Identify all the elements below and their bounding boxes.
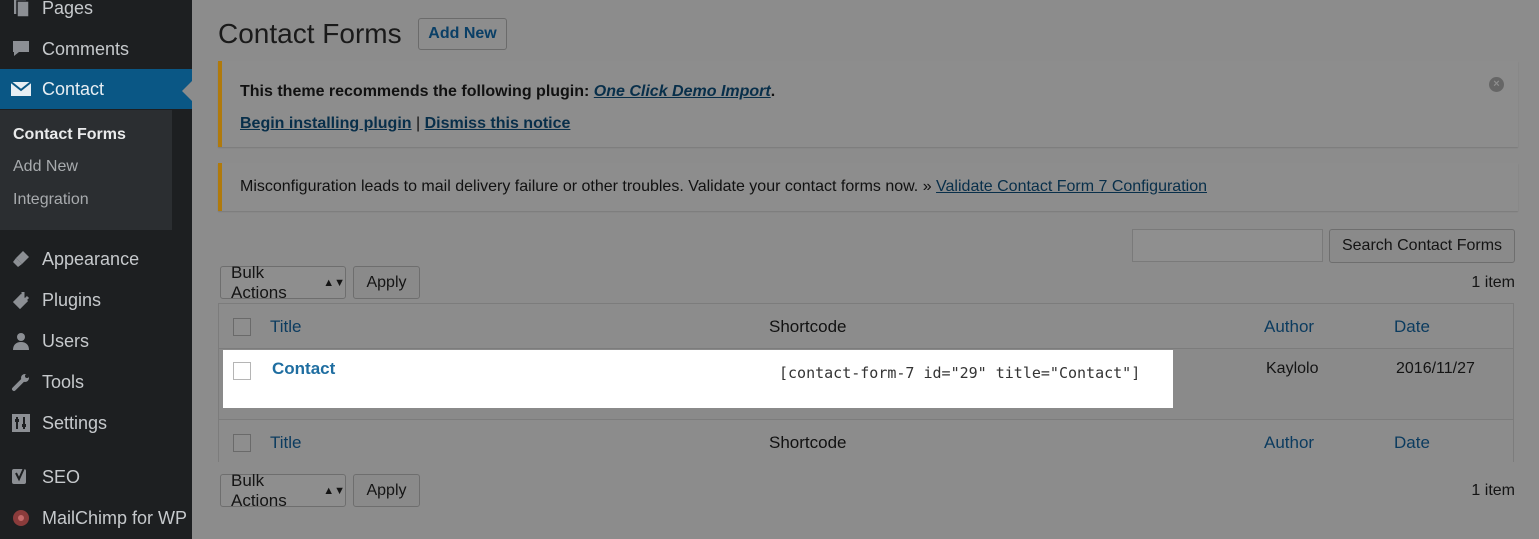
select-arrows-icon: ▲▼ [323,276,345,289]
column-date-footer[interactable]: Date [1394,433,1430,453]
misconfiguration-notice: Misconfiguration leads to mail delivery … [218,163,1518,211]
seo-icon [10,466,32,488]
active-arrow-indicator [182,81,192,101]
table-header: Title Shortcode Author Date [219,304,1513,349]
submenu-add-new[interactable]: Add New [13,158,78,176]
column-title-footer[interactable]: Title [270,433,302,453]
plugins-icon [10,289,32,311]
menu-item-comments[interactable]: Comments [0,29,192,69]
menu-item-mailchimp[interactable]: MailChimp for WP [0,498,192,538]
users-icon [10,330,32,352]
appearance-icon [10,248,32,270]
menu-label: Users [42,330,90,351]
submenu-integration[interactable]: Integration [13,191,89,209]
table-footer: Title Shortcode Author Date [219,419,1513,464]
row-author: Kaylolo [1266,360,1319,377]
notice-text: Misconfiguration leads to mail delivery … [240,178,1207,196]
apply-button-bottom[interactable]: Apply [353,474,420,507]
column-author-footer[interactable]: Author [1264,433,1314,453]
row-checkbox[interactable] [233,362,251,380]
pages-icon [10,0,32,19]
menu-item-seo[interactable]: SEO [0,457,192,497]
dismiss-notice-link[interactable]: Dismiss this notice [425,115,571,132]
search-input[interactable] [1132,229,1323,262]
row-date: 2016/11/27 [1396,360,1475,377]
menu-label: Appearance [42,248,140,269]
apply-button-top[interactable]: Apply [353,266,420,299]
menu-item-pages[interactable]: Pages [0,0,192,28]
menu-label: MailChimp for WP [42,507,188,528]
notice-plugin-text: This theme recommends the following plug… [240,83,594,100]
contact-submenu: Contact Forms Add New Integration [0,110,172,230]
misconfig-text: Misconfiguration leads to mail delivery … [240,178,937,195]
notice-separator: | [411,115,425,132]
bulk-actions-select-bottom[interactable]: Bulk Actions ▲▼ [220,471,346,510]
menu-label: Tools [42,371,85,392]
bulk-actions-select-top[interactable]: Bulk Actions ▲▼ [220,263,346,302]
plugin-link[interactable]: One Click Demo Import [594,83,771,100]
menu-label: Comments [42,38,130,59]
plugin-recommendation-notice: This theme recommends the following plug… [218,61,1518,147]
item-count-bottom: 1 item [1471,482,1515,499]
search-contact-forms-button[interactable]: Search Contact Forms [1329,229,1515,263]
notice-period: . [770,83,776,100]
item-count-top: 1 item [1471,274,1515,291]
tools-icon [10,371,32,393]
settings-icon [10,412,32,434]
menu-label: Settings [42,412,108,433]
begin-installing-link[interactable]: Begin installing plugin [240,115,412,132]
comments-icon [10,38,32,60]
select-all-checkbox[interactable] [233,318,251,336]
mailchimp-icon [10,507,32,529]
menu-item-tools[interactable]: Tools [0,362,192,402]
admin-sidebar: Pages Comments Contact Contact Forms Add… [0,0,192,539]
submenu-contact-forms[interactable]: Contact Forms [13,126,126,144]
column-author[interactable]: Author [1264,317,1314,337]
menu-item-appearance[interactable]: Appearance [0,239,192,279]
notice-text: This theme recommends the following plug… [240,83,775,101]
validate-config-link[interactable]: Validate Contact Form 7 Configuration [936,178,1207,195]
bulk-actions-label: Bulk Actions [231,262,287,302]
row-title-link[interactable]: Contact [272,359,335,379]
row-shortcode: [contact-form-7 id="29" title="Contact"] [779,364,1141,382]
page-title: Contact Forms [218,18,402,49]
column-date[interactable]: Date [1394,317,1430,337]
contact-forms-table: Title Shortcode Author Date Contact [con… [218,303,1514,464]
menu-item-settings[interactable]: Settings [0,403,192,443]
menu-item-plugins[interactable]: Plugins [0,280,192,320]
menu-item-users[interactable]: Users [0,321,192,361]
menu-label: SEO [42,466,81,487]
close-icon[interactable]: × [1489,77,1504,92]
mail-icon [10,78,32,100]
bulk-actions-label: Bulk Actions [231,470,287,510]
select-all-checkbox-footer[interactable] [233,434,251,452]
column-title[interactable]: Title [270,317,302,337]
menu-label: Plugins [42,289,102,310]
menu-label: Contact [42,78,105,99]
menu-label: Pages [42,0,94,18]
notice-actions: Begin installing plugin | Dismiss this n… [240,115,570,133]
add-new-button[interactable]: Add New [418,18,507,50]
select-arrows-icon: ▲▼ [323,484,345,497]
column-shortcode: Shortcode [769,317,847,336]
menu-item-contact[interactable]: Contact [0,69,192,109]
column-shortcode-footer: Shortcode [769,433,847,452]
